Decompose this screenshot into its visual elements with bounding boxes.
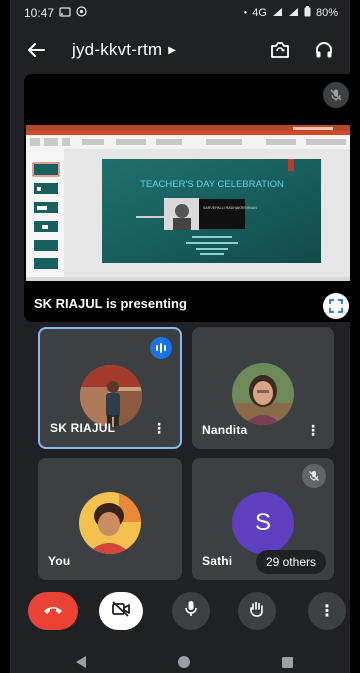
slide-name: SARVEPALLI RADHAKRISHNAN [203, 206, 257, 210]
mic-icon [184, 600, 198, 623]
participant-tile-you[interactable]: You [38, 458, 182, 580]
more-options-button[interactable]: ⋮ [308, 592, 346, 630]
camera-toggle-button[interactable] [99, 592, 143, 630]
meeting-code[interactable]: jyd-kkvt-rtm [72, 40, 162, 60]
call-controls: ⋮ [10, 592, 350, 632]
more-vertical-icon: ⋮ [319, 603, 335, 620]
headphones-icon[interactable] [310, 36, 338, 64]
notification-icon [76, 6, 87, 20]
avatar-initial: S [232, 492, 294, 554]
phone-hangup-icon [42, 602, 64, 620]
participant-name: Sathi [202, 554, 233, 568]
presenting-label: SK RIAJUL is presenting [34, 296, 187, 311]
participant-name: You [48, 554, 71, 568]
arrow-left-icon[interactable] [22, 36, 50, 64]
dot-icon: ● [243, 10, 248, 16]
cast-icon [59, 6, 71, 20]
presentation-tile[interactable]: TEACHER'S DAY CELEBRATION SARVEPALLI RAD… [24, 74, 350, 322]
meet-screen: 10:47 ● 4G 80% jyd-kkvt-rtm ▶ TEACHER'S … [10, 0, 350, 673]
nav-recents-icon[interactable] [282, 657, 293, 668]
status-time: 10:47 [24, 6, 55, 20]
avatar [232, 363, 294, 425]
participant-name: SK RIAJUL [50, 421, 116, 435]
status-bar: 10:47 ● 4G 80% [10, 0, 350, 26]
network-type: 4G [252, 7, 267, 19]
camera-off-icon [111, 600, 131, 622]
participant-tile-sk-riajul[interactable]: SK RIAJUL ⋮ [38, 327, 182, 449]
signal-icon [272, 7, 283, 20]
battery-icon [304, 6, 311, 20]
nav-home-icon[interactable] [178, 656, 190, 668]
raise-hand-icon [248, 600, 266, 623]
nav-back-icon[interactable] [76, 656, 86, 668]
mic-off-icon [323, 82, 349, 108]
raise-hand-button[interactable] [238, 592, 276, 630]
speaking-indicator-icon [150, 337, 172, 359]
mic-toggle-button[interactable] [172, 592, 210, 630]
more-vertical-icon[interactable]: ⋮ [152, 421, 166, 435]
shared-slide-screenshot: TEACHER'S DAY CELEBRATION SARVEPALLI RAD… [26, 125, 350, 281]
slide-title: TEACHER'S DAY CELEBRATION [140, 179, 284, 190]
avatar [79, 492, 141, 554]
battery-level: 80% [315, 7, 338, 19]
avatar [80, 365, 142, 427]
app-bar: jyd-kkvt-rtm ▶ [10, 28, 350, 72]
signal-icon-2 [288, 7, 299, 20]
participant-tile-sathi[interactable]: S Sathi 29 others [192, 458, 334, 580]
system-nav-bar [10, 642, 350, 673]
caret-right-icon[interactable]: ▶ [168, 45, 176, 56]
more-vertical-icon[interactable]: ⋮ [306, 423, 320, 437]
others-count-button[interactable]: 29 others [255, 550, 326, 574]
end-call-button[interactable] [28, 592, 78, 630]
switch-camera-icon[interactable] [266, 36, 294, 64]
mic-off-icon [302, 464, 326, 488]
participant-name: Nandita [202, 423, 248, 437]
participant-tile-nandita[interactable]: Nandita ⋮ [192, 327, 334, 449]
fullscreen-icon[interactable] [323, 293, 349, 319]
